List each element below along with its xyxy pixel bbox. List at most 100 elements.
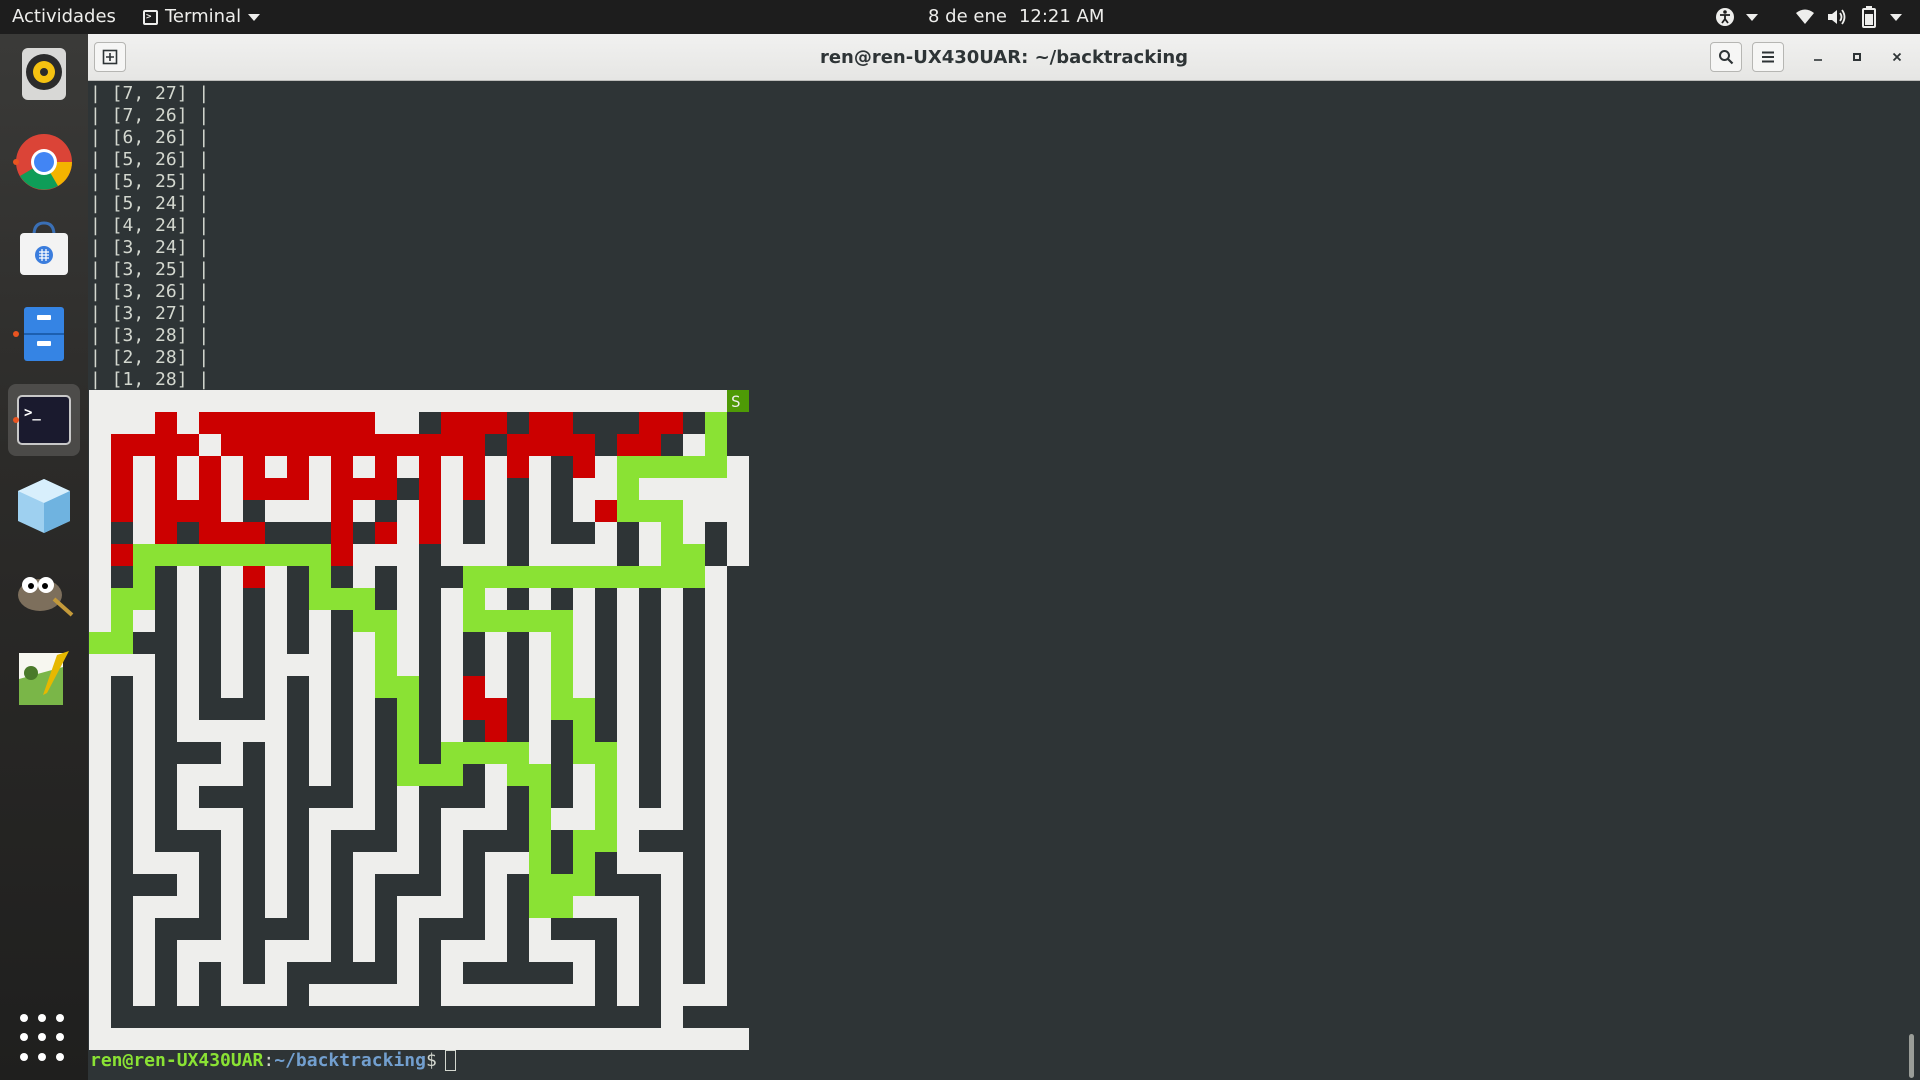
maze-wall-cell — [199, 698, 221, 720]
maze-wall-cell — [221, 786, 243, 808]
dead-end-cell — [331, 412, 353, 434]
maze-wall-cell — [727, 808, 749, 830]
files-launcher[interactable] — [8, 298, 80, 370]
dead-end-cell — [661, 412, 683, 434]
dead-end-cell — [419, 478, 441, 500]
maze-wall-cell — [551, 500, 573, 522]
app-menu-label: Terminal — [165, 6, 242, 27]
maze-wall-cell — [507, 676, 529, 698]
maze-wall-cell — [111, 676, 133, 698]
maze-wall-cell — [551, 1006, 573, 1028]
maze-wall-cell — [375, 940, 397, 962]
clock[interactable]: 8 de ene 12:21 AM — [928, 0, 1104, 34]
maze-wall-cell — [595, 720, 617, 742]
terminal-window: ren@ren-UX430UAR: ~/backtracking | [7, 2… — [88, 34, 1920, 1080]
window-titlebar[interactable]: ren@ren-UX430UAR: ~/backtracking — [88, 34, 1920, 81]
solution-path-cell — [617, 456, 639, 478]
app-menu[interactable]: > Terminal — [143, 0, 261, 34]
solution-path-cell — [375, 610, 397, 632]
solution-path-cell — [683, 566, 705, 588]
maze-wall-cell — [727, 830, 749, 852]
dead-end-cell — [419, 500, 441, 522]
show-applications-button[interactable] — [20, 1014, 68, 1062]
maze-wall-cell — [727, 654, 749, 676]
solution-path-cell — [463, 566, 485, 588]
maze-wall-cell — [551, 764, 573, 786]
maze-wall-cell — [573, 918, 595, 940]
maze-wall-cell — [661, 830, 683, 852]
activities-button[interactable]: Actividades — [12, 0, 116, 34]
maze-wall-cell — [199, 632, 221, 654]
maze-wall-cell — [463, 1006, 485, 1028]
maze-visualization-window[interactable]: S — [89, 390, 749, 1050]
output-line: | [6, 26] | — [90, 127, 210, 148]
maze-wall-cell — [683, 676, 705, 698]
virtualbox-launcher[interactable] — [8, 470, 80, 542]
wifi-icon[interactable] — [1794, 6, 1816, 28]
maze-wall-cell — [287, 566, 309, 588]
rhythmbox-launcher[interactable] — [8, 38, 80, 110]
maze-wall-cell — [155, 610, 177, 632]
maximize-button[interactable] — [1844, 44, 1870, 70]
clock-date: 8 de ene — [928, 6, 1007, 27]
chrome-launcher[interactable] — [8, 126, 80, 198]
maze-wall-cell — [287, 962, 309, 984]
menu-button[interactable] — [1752, 42, 1784, 72]
software-store-launcher[interactable] — [8, 212, 80, 284]
dead-end-cell — [287, 456, 309, 478]
maze-wall-cell — [155, 676, 177, 698]
solution-path-cell — [133, 566, 155, 588]
dead-end-cell — [507, 434, 529, 456]
chevron-down-icon — [248, 13, 261, 21]
close-button[interactable] — [1884, 44, 1910, 70]
maze-wall-cell — [287, 698, 309, 720]
maze-wall-cell — [419, 654, 441, 676]
terminal-scrollbar[interactable] — [1906, 81, 1914, 1080]
prompt-user-host: ren@ren-UX430UAR — [90, 1050, 264, 1071]
maze-wall-cell — [375, 1006, 397, 1028]
maze-wall-cell — [419, 808, 441, 830]
search-button[interactable] — [1710, 42, 1742, 72]
maze-wall-cell — [595, 940, 617, 962]
gimp-launcher[interactable] — [8, 556, 80, 628]
minimize-button[interactable] — [1805, 44, 1831, 70]
maze-wall-cell — [287, 786, 309, 808]
solution-path-cell — [683, 456, 705, 478]
chevron-down-icon[interactable] — [1890, 13, 1902, 21]
solution-path-cell — [661, 522, 683, 544]
solution-path-cell — [529, 896, 551, 918]
terminal-output: | [7, 27] | | [7, 26] | | [6, 26] | | [5, 2… — [90, 83, 209, 391]
maze-wall-cell — [507, 1006, 529, 1028]
writer-launcher[interactable] — [8, 642, 80, 714]
maze-wall-cell — [287, 588, 309, 610]
dead-end-cell — [617, 434, 639, 456]
maze-wall-cell — [199, 962, 221, 984]
battery-icon[interactable] — [1858, 6, 1880, 28]
solution-path-cell — [133, 588, 155, 610]
dead-end-cell — [463, 478, 485, 500]
dead-end-cell — [573, 456, 595, 478]
grid-dot — [38, 1052, 46, 1061]
maze-wall-cell — [111, 984, 133, 1006]
solution-path-cell — [661, 544, 683, 566]
maze-wall-cell — [155, 698, 177, 720]
maze-wall-cell — [111, 742, 133, 764]
dead-end-cell — [155, 522, 177, 544]
dead-end-cell — [463, 434, 485, 456]
chevron-down-icon[interactable] — [1746, 13, 1758, 21]
system-tray[interactable] — [1714, 0, 1902, 34]
accessibility-icon[interactable] — [1714, 6, 1736, 28]
maze-wall-cell — [111, 808, 133, 830]
terminal-launcher[interactable]: >_ — [8, 384, 80, 456]
scrollbar-thumb[interactable] — [1909, 1034, 1914, 1078]
file-cabinet-icon — [24, 307, 64, 361]
maze-wall-cell — [595, 654, 617, 676]
maze-wall-cell — [639, 698, 661, 720]
solution-path-cell — [573, 830, 595, 852]
maze-wall-cell — [639, 962, 661, 984]
shell-prompt[interactable]: ren@ren-UX430UAR:~/backtracking$ — [90, 1050, 456, 1072]
maze-wall-cell — [595, 412, 617, 434]
volume-icon[interactable] — [1826, 6, 1848, 28]
maze-wall-cell — [243, 676, 265, 698]
terminal-content[interactable]: | [7, 27] | | [7, 26] | | [6, 26] | | [5, 2… — [88, 81, 1920, 1080]
